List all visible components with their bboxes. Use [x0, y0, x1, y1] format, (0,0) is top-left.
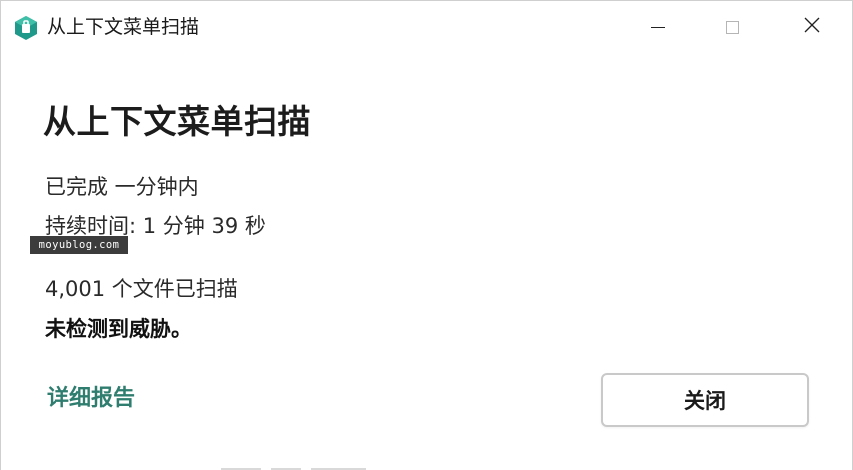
maximize-icon [725, 20, 739, 34]
app-shield-icon [15, 16, 37, 40]
files-scanned-count: 4,001 个文件已扫描 [45, 277, 238, 301]
detailed-report-link[interactable]: 详细报告 [47, 384, 135, 414]
minimize-button[interactable] [635, 1, 681, 53]
completion-status: 已完成 一分钟内 [45, 175, 199, 199]
threat-result: 未检测到威胁。 [45, 317, 192, 341]
watermark-label: moyublog.com [30, 236, 128, 254]
close-icon [804, 17, 820, 37]
close-button[interactable]: 关闭 [601, 373, 809, 427]
maximize-button[interactable] [709, 1, 755, 53]
window-close-button[interactable] [789, 1, 835, 53]
bottom-edge [1, 463, 852, 470]
scan-result-window: 从上下文菜单扫描 从上下文菜单扫描 已完成 一分钟内 持续时间: 1 分钟 39… [0, 0, 853, 470]
title-bar[interactable]: 从上下文菜单扫描 [1, 1, 852, 53]
minimize-icon [651, 26, 665, 28]
page-title: 从上下文菜单扫描 [43, 102, 311, 141]
window-title: 从上下文菜单扫描 [47, 16, 200, 38]
